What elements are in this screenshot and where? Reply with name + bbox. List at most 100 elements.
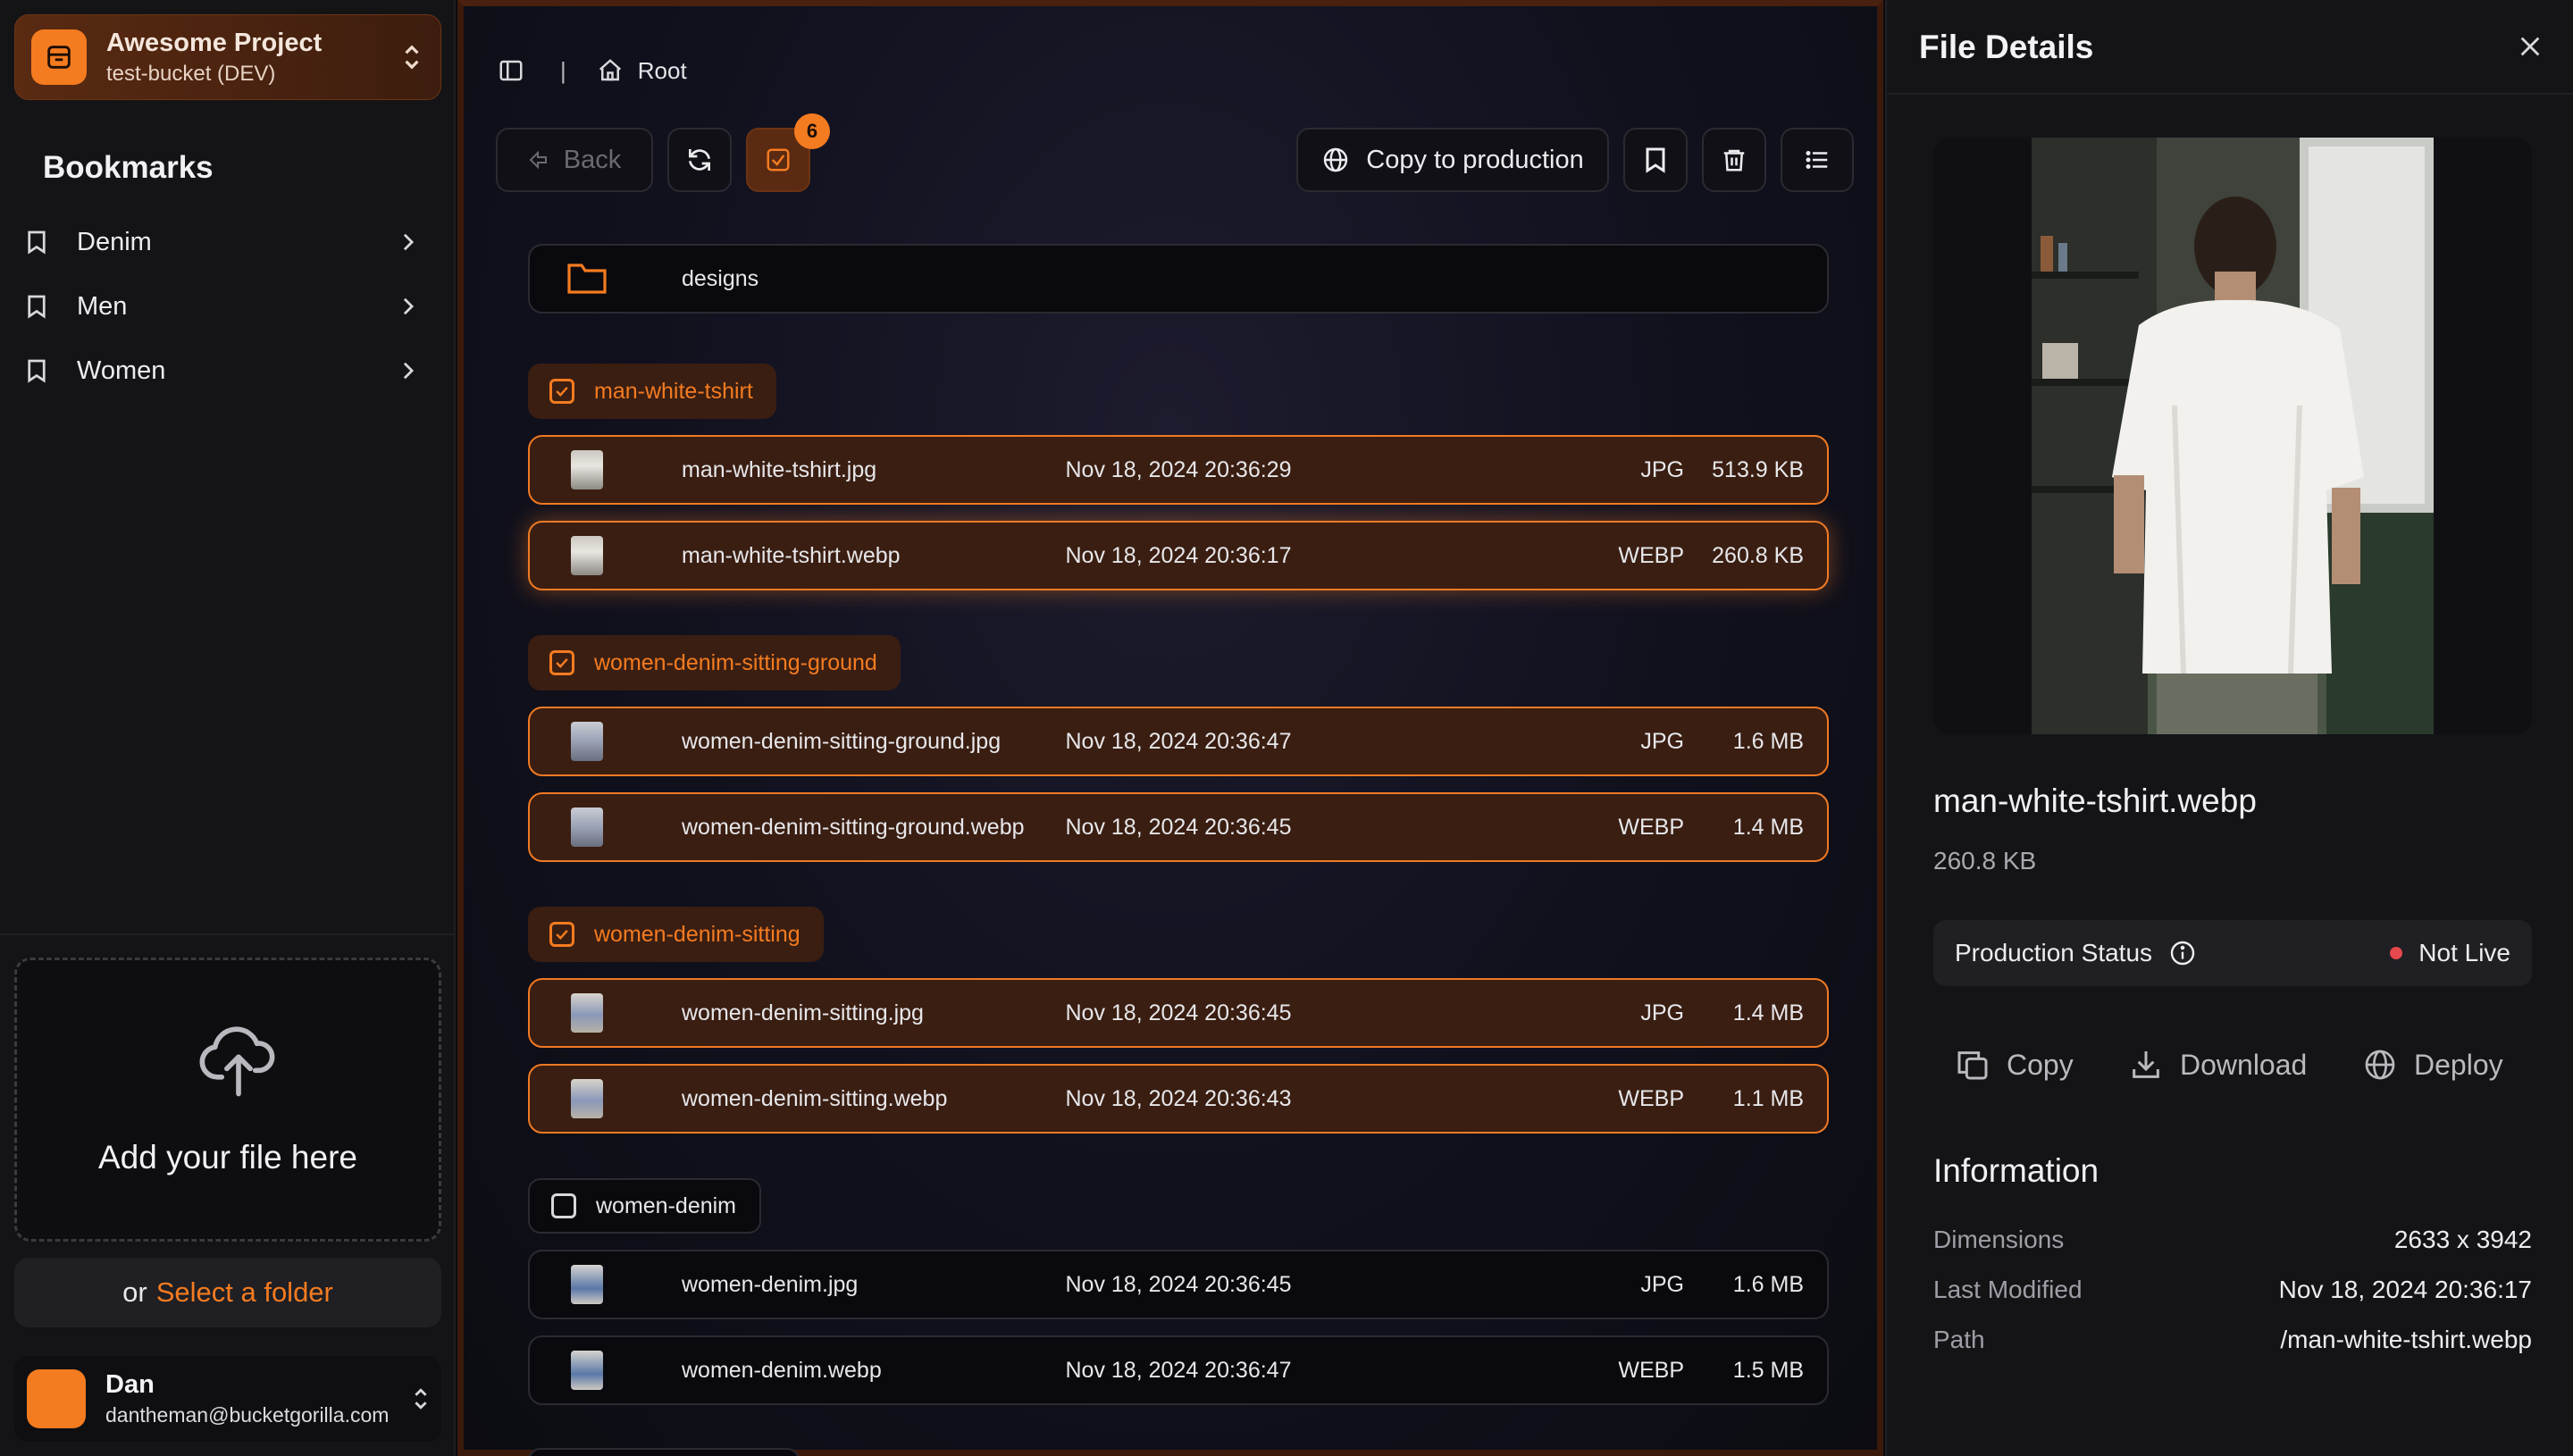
production-status: Production Status Not Live	[1933, 920, 2532, 986]
info-key: Path	[1933, 1326, 1985, 1353]
close-icon[interactable]	[2514, 30, 2546, 63]
file-size: 1.5 MB	[1732, 1357, 1804, 1383]
file-row[interactable]: women-denim-sitting-ground.jpg Nov 18, 2…	[528, 707, 1829, 776]
copy-to-production-label: Copy to production	[1366, 145, 1584, 174]
copy-icon	[1955, 1047, 1991, 1083]
file-type: WEBP	[1618, 814, 1684, 840]
file-row-active[interactable]: man-white-tshirt.webp Nov 18, 2024 20:36…	[528, 521, 1829, 590]
group-header-women-denim[interactable]: women-denim	[528, 1178, 762, 1234]
chevron-right-icon	[402, 297, 415, 316]
details-title: File Details	[1919, 29, 2094, 65]
file-thumbnail	[571, 450, 603, 490]
bookmark-button[interactable]	[1623, 128, 1688, 192]
info-row-last-modified: Last Modified Nov 18, 2024 20:36:17	[1933, 1276, 2532, 1304]
production-status-value: Not Live	[2418, 939, 2510, 966]
bookmark-icon	[27, 230, 46, 255]
select-folder-bar: or Select a folder	[14, 1258, 441, 1327]
file-size: 1.6 MB	[1732, 728, 1804, 754]
list-view-button[interactable]	[1781, 128, 1854, 192]
file-name: women-denim-sitting.jpg	[682, 1000, 924, 1025]
chevron-right-icon	[402, 232, 415, 252]
checkbox-checked-icon[interactable]	[549, 922, 574, 947]
file-size: 513.9 KB	[1712, 456, 1804, 482]
info-value: 2633 x 3942	[2393, 1226, 2532, 1253]
checkbox-checked-icon[interactable]	[549, 650, 574, 675]
file-row[interactable]: women-denim-sitting-ground.webp Nov 18, …	[528, 792, 1829, 862]
bookmarks-title: Bookmarks	[43, 150, 214, 185]
sidebar-toggle-icon[interactable]	[498, 57, 524, 84]
info-value: /man-white-tshirt.webp	[2280, 1326, 2532, 1353]
bookmark-label: Men	[77, 291, 128, 321]
file-size: 1.6 MB	[1732, 1271, 1804, 1297]
detail-file-size: 260.8 KB	[1933, 847, 2037, 874]
file-row[interactable]: women-denim.jpg Nov 18, 2024 20:36:45 JP…	[528, 1250, 1829, 1319]
home-icon[interactable]	[597, 57, 624, 84]
file-type: JPG	[1640, 1271, 1684, 1297]
group-header-next[interactable]	[528, 1448, 800, 1456]
file-row[interactable]: women-denim-sitting.webp Nov 18, 2024 20…	[528, 1064, 1829, 1134]
file-row[interactable]: man-white-tshirt.jpg Nov 18, 2024 20:36:…	[528, 435, 1829, 505]
deploy-button[interactable]: Deploy	[2362, 1042, 2503, 1088]
bookmark-item-men[interactable]: Men	[27, 280, 429, 333]
group-label: man-white-tshirt	[594, 378, 753, 404]
file-type: JPG	[1640, 728, 1684, 754]
checkbox-empty-icon[interactable]	[551, 1193, 576, 1218]
sidebar: Awesome Project test-bucket (DEV) Bookma…	[0, 0, 456, 1456]
selected-count-badge: 6	[794, 113, 830, 149]
folder-row[interactable]: designs	[528, 244, 1829, 314]
chevron-right-icon	[402, 361, 415, 381]
user-menu[interactable]: Dan dantheman@bucketgorilla.com	[14, 1356, 441, 1442]
file-thumbnail	[571, 1351, 603, 1390]
app-root: Awesome Project test-bucket (DEV) Bookma…	[0, 0, 2573, 1456]
back-label: Back	[563, 145, 622, 174]
checkbox-checked-icon[interactable]	[549, 379, 574, 404]
file-size: 1.1 MB	[1732, 1085, 1804, 1111]
status-dot	[2390, 947, 2403, 959]
file-name: women-denim-sitting-ground.jpg	[682, 728, 1002, 754]
information-title: Information	[1933, 1152, 2099, 1189]
group-label: women-denim	[596, 1192, 737, 1218]
project-name: Awesome Project	[106, 28, 323, 57]
info-icon[interactable]	[2168, 939, 2197, 967]
breadcrumb-root[interactable]: Root	[638, 57, 687, 85]
file-thumbnail	[571, 1265, 603, 1304]
bookmark-label: Women	[77, 356, 166, 385]
deploy-label: Deploy	[2414, 1048, 2503, 1081]
file-name: man-white-tshirt.jpg	[682, 456, 877, 482]
avatar	[27, 1369, 86, 1428]
bookmark-item-women[interactable]: Women	[27, 344, 429, 397]
group-header-man-white-tshirt[interactable]: man-white-tshirt	[528, 364, 776, 419]
details-header: File Details	[1887, 0, 2573, 95]
refresh-icon	[685, 146, 714, 174]
folder-name: designs	[682, 265, 759, 291]
file-name: women-denim.webp	[682, 1357, 882, 1383]
file-row[interactable]: women-denim-sitting.jpg Nov 18, 2024 20:…	[528, 978, 1829, 1048]
info-row-path: Path /man-white-tshirt.webp	[1933, 1326, 2532, 1354]
project-bucket: test-bucket (DEV)	[106, 61, 276, 86]
project-switcher[interactable]: Awesome Project test-bucket (DEV)	[14, 14, 441, 100]
download-icon	[2128, 1047, 2164, 1083]
file-row[interactable]: women-denim.webp Nov 18, 2024 20:36:47 W…	[528, 1335, 1829, 1405]
file-thumbnail	[571, 1079, 603, 1118]
file-name: women-denim.jpg	[682, 1271, 859, 1297]
globe-icon	[2362, 1047, 2398, 1083]
refresh-button[interactable]	[667, 128, 732, 192]
delete-button[interactable]	[1702, 128, 1766, 192]
project-info: Awesome Project test-bucket (DEV)	[106, 29, 399, 87]
group-header-women-denim-sitting[interactable]: women-denim-sitting	[528, 907, 824, 962]
info-key: Last Modified	[1933, 1276, 2083, 1303]
group-label: women-denim-sitting-ground	[594, 649, 877, 675]
user-email: dantheman@bucketgorilla.com	[105, 1403, 390, 1427]
group-header-women-denim-sitting-ground[interactable]: women-denim-sitting-ground	[528, 635, 901, 690]
copy-to-production-button[interactable]: Copy to production	[1296, 128, 1609, 192]
back-button[interactable]: Back	[496, 128, 653, 192]
upload-text: Add your file here	[97, 1139, 357, 1176]
select-folder-link[interactable]: Select a folder	[156, 1276, 333, 1309]
file-thumbnail	[571, 807, 603, 847]
upload-dropzone[interactable]: Add your file here	[14, 958, 441, 1242]
download-button[interactable]: Download	[2128, 1042, 2307, 1088]
info-key: Dimensions	[1933, 1226, 2065, 1253]
bookmark-item-denim[interactable]: Denim	[27, 215, 429, 269]
copy-button[interactable]: Copy	[1955, 1042, 2074, 1088]
preview-photo	[2032, 138, 2434, 734]
